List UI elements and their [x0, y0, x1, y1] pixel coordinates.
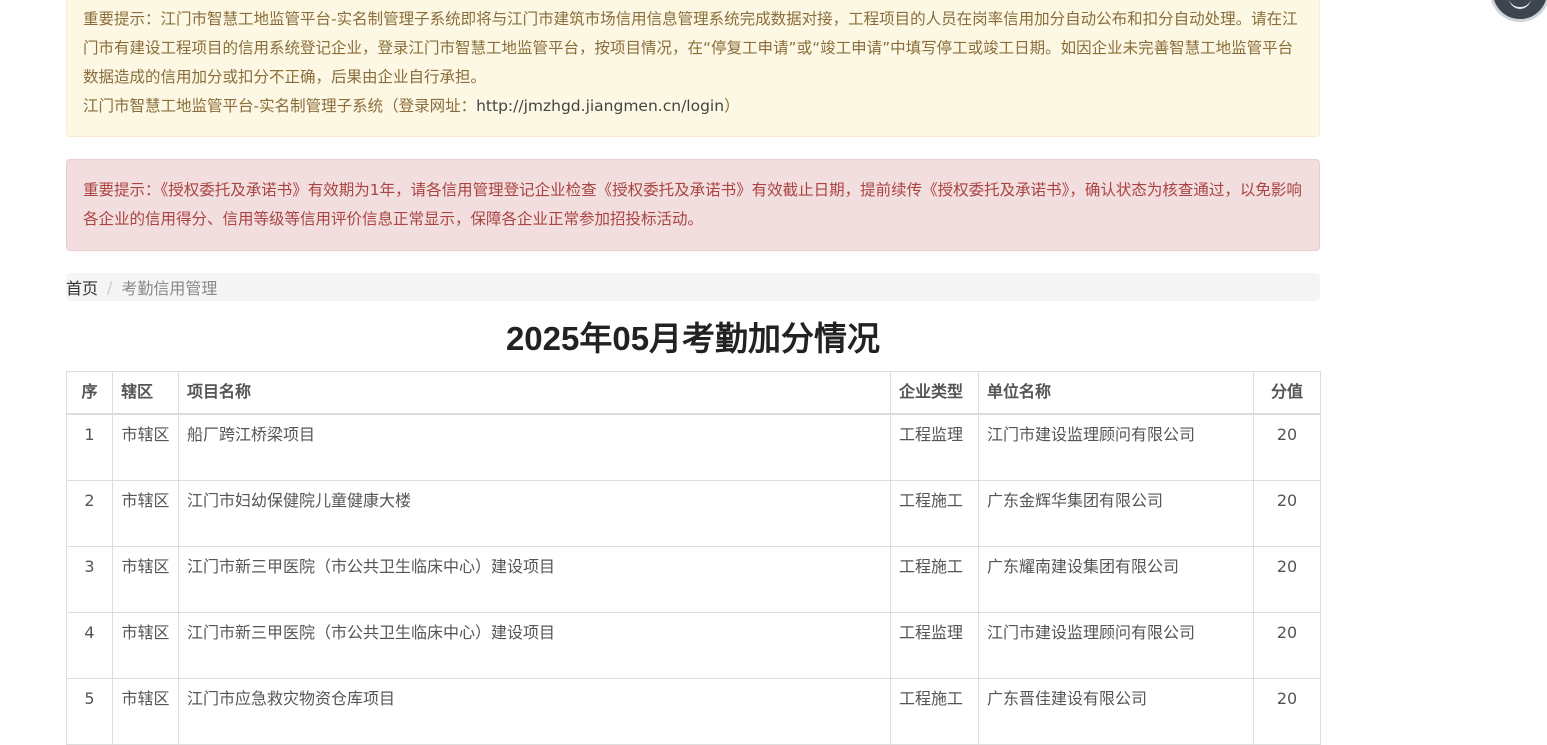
login-url-prefix: 江门市智慧工地监管平台-实名制管理子系统（登录网址： [83, 97, 477, 115]
row-score: 20 [1253, 480, 1321, 547]
row-district: 市辖区 [112, 413, 179, 481]
warning-notice-text: 重要提示：江门市智慧工地监管平台-实名制管理子系统即将与江门市建筑市场信用信息管… [83, 10, 1298, 86]
danger-notice: 重要提示：《授权委托及承诺书》有效期为1年，请各信用管理登记企业检查《授权委托及… [66, 159, 1320, 251]
row-company-name: 广东金辉华集团有限公司 [978, 480, 1254, 547]
row-project-name: 船厂跨江桥梁项目 [178, 413, 891, 481]
header-project-name: 项目名称 [178, 371, 891, 415]
table-row: 5 市辖区 江门市应急救灾物资仓库项目 工程施工 广东晋佳建设有限公司 20 [66, 678, 1321, 745]
row-score: 20 [1253, 546, 1321, 613]
table-row: 2 市辖区 江门市妇幼保健院儿童健康大楼 工程施工 广东金辉华集团有限公司 20 [66, 480, 1321, 547]
row-project-name: 江门市妇幼保健院儿童健康大楼 [178, 480, 891, 547]
row-index: 2 [66, 480, 113, 547]
table-row: 4 市辖区 江门市新三甲医院（市公共卫生临床中心）建设项目 工程监理 江门市建设… [66, 612, 1321, 679]
row-company-type: 工程施工 [890, 546, 979, 613]
table-header-row: 序 辖区 项目名称 企业类型 单位名称 分值 [66, 371, 1321, 415]
row-company-name: 江门市建设监理顾问有限公司 [978, 413, 1254, 481]
login-url-suffix: ） [724, 97, 740, 115]
header-index: 序 [66, 371, 113, 415]
floating-assistant-button[interactable] [1490, 0, 1547, 22]
row-company-name: 广东晋佳建设有限公司 [978, 678, 1254, 745]
row-district: 市辖区 [112, 480, 179, 547]
row-score: 20 [1253, 413, 1321, 481]
row-district: 市辖区 [112, 612, 179, 679]
row-index: 3 [66, 546, 113, 613]
row-company-type: 工程监理 [890, 612, 979, 679]
attendance-score-table: 序 辖区 项目名称 企业类型 单位名称 分值 1 市辖区 船厂跨江桥梁项目 工程… [66, 371, 1321, 745]
row-district: 市辖区 [112, 678, 179, 745]
row-score: 20 [1253, 678, 1321, 745]
warning-notice: 重要提示：江门市智慧工地监管平台-实名制管理子系统即将与江门市建筑市场信用信息管… [66, 0, 1320, 137]
breadcrumb: 首页 / 考勤信用管理 [66, 273, 1320, 301]
row-project-name: 江门市应急救灾物资仓库项目 [178, 678, 891, 745]
row-company-type: 工程施工 [890, 678, 979, 745]
danger-notice-text: 重要提示：《授权委托及承诺书》有效期为1年，请各信用管理登记企业检查《授权委托及… [83, 181, 1302, 228]
row-project-name: 江门市新三甲医院（市公共卫生临床中心）建设项目 [178, 546, 891, 613]
row-company-type: 工程施工 [890, 480, 979, 547]
main-container: 重要提示：江门市智慧工地监管平台-实名制管理子系统即将与江门市建筑市场信用信息管… [66, 0, 1321, 745]
row-company-name: 广东耀南建设集团有限公司 [978, 546, 1254, 613]
row-score: 20 [1253, 612, 1321, 679]
row-district: 市辖区 [112, 546, 179, 613]
header-score: 分值 [1253, 371, 1321, 415]
row-company-type: 工程监理 [890, 413, 979, 481]
header-district: 辖区 [112, 371, 179, 415]
page-title: 2025年05月考勤加分情况 [505, 320, 881, 357]
breadcrumb-home-link[interactable]: 首页 [66, 275, 98, 299]
row-index: 4 [66, 612, 113, 679]
header-company-type: 企业类型 [890, 371, 979, 415]
table-row: 3 市辖区 江门市新三甲医院（市公共卫生临床中心）建设项目 工程施工 广东耀南建… [66, 546, 1321, 613]
breadcrumb-current: 考勤信用管理 [121, 279, 218, 298]
row-index: 1 [66, 413, 113, 481]
header-company-name: 单位名称 [978, 371, 1254, 415]
table-row: 1 市辖区 船厂跨江桥梁项目 工程监理 江门市建设监理顾问有限公司 20 [66, 413, 1321, 481]
row-company-name: 江门市建设监理顾问有限公司 [978, 612, 1254, 679]
row-project-name: 江门市新三甲医院（市公共卫生临床中心）建设项目 [178, 612, 891, 679]
row-index: 5 [66, 678, 113, 745]
login-url-line: 江门市智慧工地监管平台-实名制管理子系统（登录网址：http://jmzhgd.… [83, 92, 1303, 121]
login-url-link[interactable]: http://jmzhgd.jiangmen.cn/login [476, 97, 724, 115]
breadcrumb-separator: / [107, 277, 113, 297]
